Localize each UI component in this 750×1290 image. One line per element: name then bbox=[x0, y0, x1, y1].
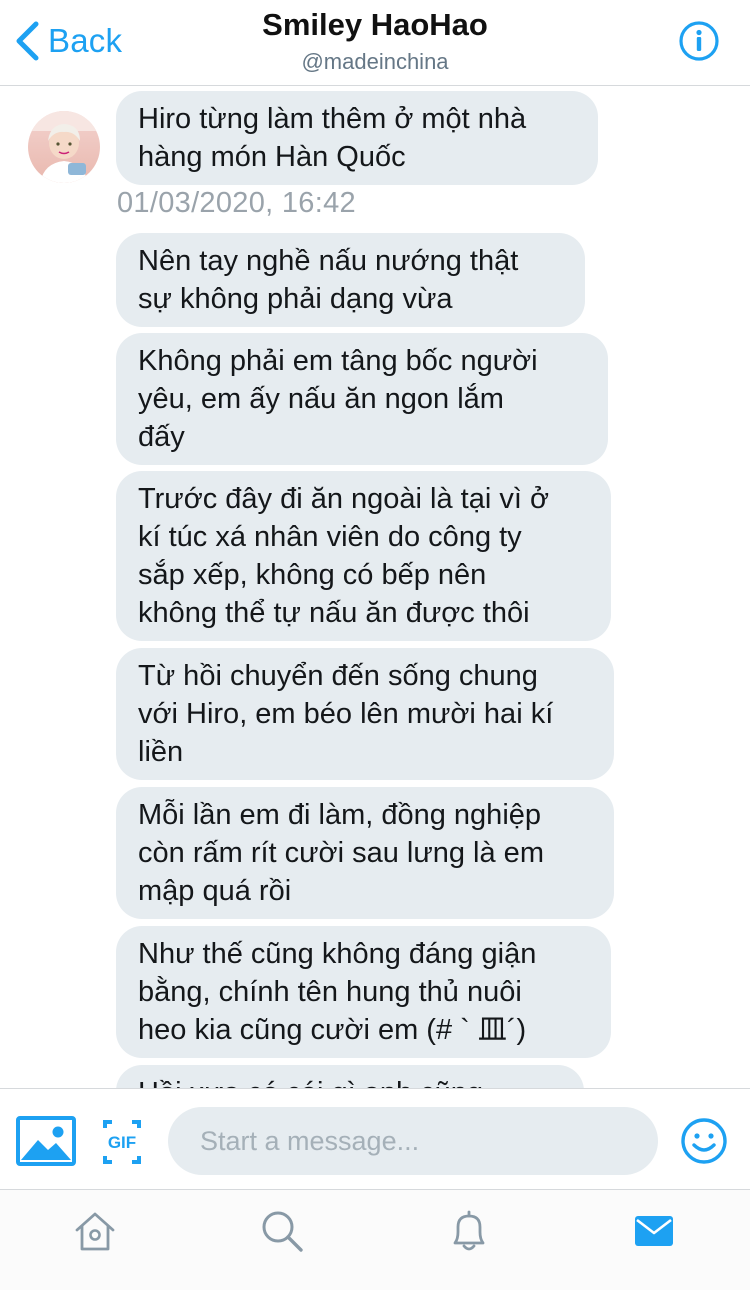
message-thread[interactable]: Hiro từng làm thêm ở một nhà hàng món Hà… bbox=[0, 87, 750, 1088]
conversation-title-block: Smiley HaoHao @madeinchina bbox=[0, 6, 750, 77]
emoji-icon[interactable] bbox=[680, 1117, 728, 1165]
message-bubble[interactable]: Nên tay nghề nấu nướng thật sự không phả… bbox=[116, 233, 585, 327]
message-bubble[interactable]: Từ hồi chuyển đến sống chung với Hiro, e… bbox=[116, 648, 614, 780]
message-input[interactable] bbox=[168, 1107, 658, 1175]
message-bubble[interactable]: Không phải em tâng bốc người yêu, em ấy … bbox=[116, 333, 608, 465]
search-icon[interactable] bbox=[259, 1208, 305, 1254]
message-bubble[interactable]: Mỗi lần em đi làm, đồng nghiệp còn rấm r… bbox=[116, 787, 614, 919]
avatar-image bbox=[28, 111, 100, 183]
page-title: Smiley HaoHao bbox=[262, 7, 488, 42]
message-bubble[interactable]: Hồi xưa có cái gì anh cũng bbox=[116, 1065, 584, 1088]
message-composer: GIF bbox=[0, 1088, 750, 1189]
message-bubble[interactable]: Như thế cũng không đáng giận bằng, chính… bbox=[116, 926, 611, 1058]
mail-icon[interactable] bbox=[633, 1210, 675, 1252]
home-icon[interactable] bbox=[72, 1208, 118, 1254]
message-bubble[interactable]: Trước đây đi ăn ngoài là tại vì ở kí túc… bbox=[116, 471, 611, 641]
message-timestamp: 01/03/2020, 16:42 bbox=[117, 187, 356, 219]
bottom-tab-bar bbox=[0, 1189, 750, 1290]
user-handle: @madeinchina bbox=[301, 49, 449, 74]
gif-icon: GIF bbox=[103, 1120, 141, 1164]
image-icon[interactable] bbox=[16, 1116, 76, 1166]
info-icon[interactable] bbox=[678, 20, 720, 62]
gif-label: GIF bbox=[108, 1133, 136, 1152]
conversation-header: Back Smiley HaoHao @madeinchina bbox=[0, 0, 750, 86]
avatar[interactable] bbox=[28, 111, 100, 183]
bell-icon[interactable] bbox=[446, 1208, 492, 1254]
gif-button[interactable]: GIF bbox=[101, 1118, 143, 1166]
message-bubble[interactable]: Hiro từng làm thêm ở một nhà hàng món Hà… bbox=[116, 91, 598, 185]
